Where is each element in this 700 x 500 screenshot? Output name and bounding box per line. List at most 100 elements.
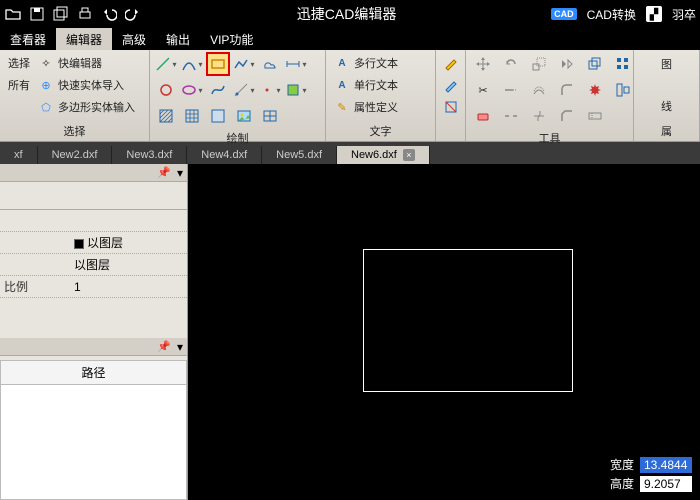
height-value[interactable]: 9.2057	[640, 476, 692, 492]
btn-attr-def[interactable]: ✎属性定义	[330, 96, 431, 118]
title-bar: 迅捷CAD编辑器 CAD CAD转换 ▞ 羽卒	[0, 0, 700, 28]
rectangle-tool-icon[interactable]	[206, 52, 230, 76]
close-tab-icon[interactable]: ×	[403, 149, 415, 161]
trim-tool-icon[interactable]: ✂	[470, 78, 496, 102]
height-label: 高度	[610, 475, 634, 492]
chamfer-tool-icon[interactable]	[554, 104, 580, 128]
partial-img[interactable]: 图	[661, 56, 672, 72]
point-tool-icon[interactable]: ▾	[258, 78, 282, 102]
cloud-tool-icon[interactable]	[258, 52, 282, 76]
dimension-readout: 宽度 13.4844 高度 9.2057	[610, 454, 692, 492]
width-value[interactable]: 13.4844	[640, 457, 692, 473]
workspace: 📌▾ 以图层 以图层 比例1 📌▾ 路径 宽度13.4844 高度9.2057	[0, 164, 700, 500]
break-tool-icon[interactable]	[498, 104, 524, 128]
undo-icon[interactable]	[100, 5, 118, 23]
edit-tool3-icon[interactable]	[443, 96, 459, 118]
spline-tool-icon[interactable]	[206, 78, 230, 102]
mirror-tool-icon[interactable]	[554, 52, 580, 76]
hatch3-icon[interactable]	[206, 104, 230, 128]
table-tool-icon[interactable]	[258, 104, 282, 128]
tab-advanced[interactable]: 高级	[112, 28, 156, 50]
doc-tab-3[interactable]: New4.dxf	[187, 146, 262, 164]
block-tool-icon[interactable]: ▾	[284, 78, 308, 102]
doc-tab-0[interactable]: xf	[0, 146, 38, 164]
username[interactable]: 羽卒	[672, 6, 696, 23]
erase-tool-icon[interactable]	[470, 104, 496, 128]
doc-tab-2[interactable]: New3.dxf	[112, 146, 187, 164]
panel-menu-icon-2[interactable]: ▾	[177, 340, 183, 354]
doc-tab-4[interactable]: New5.dxf	[262, 146, 337, 164]
scale-tool-icon[interactable]	[526, 52, 552, 76]
stext-icon: A	[334, 77, 350, 93]
fillet-tool-icon[interactable]	[554, 78, 580, 102]
pin-icon-2[interactable]: 📌	[157, 340, 171, 353]
hatch2-icon[interactable]	[180, 104, 204, 128]
open-icon[interactable]	[4, 5, 22, 23]
width-label: 宽度	[610, 456, 634, 473]
prop-val-scale[interactable]: 1	[70, 280, 187, 294]
doc-tab-5[interactable]: New6.dxf×	[337, 146, 430, 164]
properties-panel: 📌▾ 以图层 以图层 比例1 📌▾ 路径	[0, 164, 188, 500]
panel-menu-icon[interactable]: ▾	[177, 166, 183, 180]
btn-multiline-text[interactable]: A多行文本	[330, 52, 431, 74]
ellipse-tool-icon[interactable]: ▾	[180, 78, 204, 102]
wand-icon: ✧	[38, 55, 54, 71]
image-tool-icon[interactable]	[232, 104, 256, 128]
menu-bar: 查看器 编辑器 高级 输出 VIP功能	[0, 28, 700, 50]
btn-all[interactable]: 所有	[4, 74, 34, 96]
btn-singleline-text[interactable]: A单行文本	[330, 74, 431, 96]
copy-tool-icon[interactable]	[582, 52, 608, 76]
redo-icon[interactable]	[124, 5, 142, 23]
print-icon[interactable]	[76, 5, 94, 23]
rotate-tool-icon[interactable]	[498, 52, 524, 76]
doc-tab-1[interactable]: New2.dxf	[38, 146, 113, 164]
explode-tool-icon[interactable]	[582, 78, 608, 102]
tab-viewer[interactable]: 查看器	[0, 28, 56, 50]
group-tools-label: 工具	[470, 128, 629, 148]
arc-tool-icon[interactable]: ▾	[180, 52, 204, 76]
polygon-icon: ⬠	[38, 99, 54, 115]
move-tool-icon[interactable]	[470, 52, 496, 76]
tab-output[interactable]: 输出	[156, 28, 200, 50]
circle-tool-icon[interactable]	[154, 78, 178, 102]
line-tool-icon[interactable]: ▾	[154, 52, 178, 76]
group-draw-label: 绘制	[154, 128, 321, 148]
ray-tool-icon[interactable]: ▾	[232, 78, 256, 102]
partial-line[interactable]: 线	[661, 98, 672, 114]
polyline-tool-icon[interactable]: ▾	[232, 52, 256, 76]
dimension-tool-icon[interactable]: ▾	[284, 52, 308, 76]
prop-val-3[interactable]: 以图层	[70, 256, 187, 273]
cad-badge-icon: CAD	[551, 8, 577, 20]
array-tool-icon[interactable]	[610, 52, 636, 76]
drawn-rectangle[interactable]	[363, 249, 573, 392]
path-header[interactable]: 路径	[0, 360, 187, 385]
tab-vip[interactable]: VIP功能	[200, 28, 263, 50]
tools-grid: ✂	[470, 52, 636, 128]
btn-quickedit[interactable]: ✧快编辑器	[34, 52, 139, 74]
pin-icon[interactable]: 📌	[157, 166, 171, 179]
path-list	[0, 385, 187, 500]
btn-choose[interactable]: 选择	[4, 52, 34, 74]
extend-tool-icon[interactable]	[498, 78, 524, 102]
drawing-canvas[interactable]: 宽度 13.4844 高度 9.2057	[188, 164, 700, 500]
hatch1-icon[interactable]	[154, 104, 178, 128]
saveall-icon[interactable]	[52, 5, 70, 23]
cad-convert-link[interactable]: CAD转换	[587, 6, 636, 23]
tab-editor[interactable]: 编辑器	[56, 28, 112, 50]
join-tool-icon[interactable]	[526, 104, 552, 128]
group-select-label: 选择	[4, 121, 145, 141]
align-tool-icon[interactable]	[610, 78, 636, 102]
draw-tools: ▾ ▾ ▾ ▾ ▾ ▾ ▾ ▾	[154, 52, 308, 128]
user-icon[interactable]: ▞	[646, 6, 662, 22]
save-icon[interactable]	[28, 5, 46, 23]
btn-fastimport[interactable]: ⊕快速实体导入	[34, 74, 139, 96]
offset-tool-icon[interactable]	[526, 78, 552, 102]
app-title: 迅捷CAD编辑器	[142, 4, 551, 24]
prop-val-2[interactable]: 以图层	[70, 234, 187, 251]
btn-polyinput[interactable]: ⬠多边形实体输入	[34, 96, 139, 118]
attr-icon: ✎	[334, 99, 350, 115]
ribbon: 选择 所有 ✧快编辑器 ⊕快速实体导入 ⬠多边形实体输入 选择 ▾ ▾ ▾ ▾ …	[0, 50, 700, 142]
edit-tool2-icon[interactable]	[443, 74, 459, 96]
edit-tool1-icon[interactable]	[443, 52, 459, 74]
stretch-tool-icon[interactable]	[582, 104, 608, 128]
